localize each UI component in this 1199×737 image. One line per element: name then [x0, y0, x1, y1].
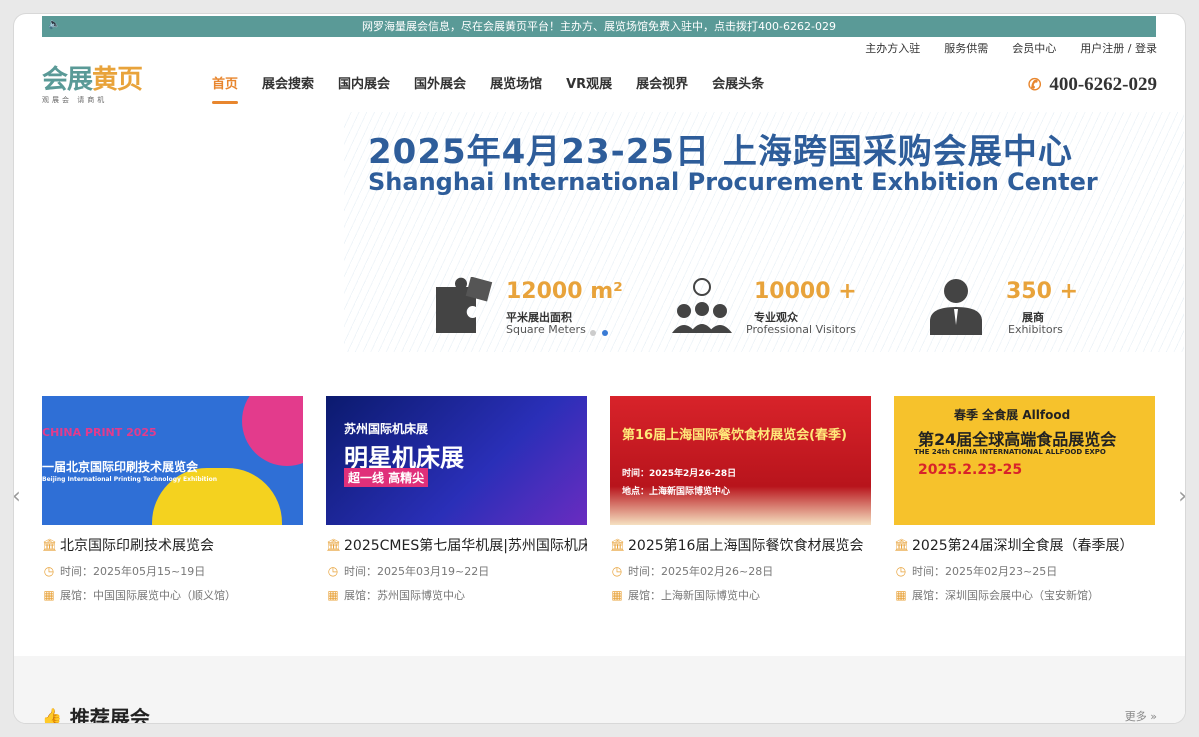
- nav-overseas[interactable]: 国外展会: [402, 77, 478, 107]
- thumb-label: 地点：上海新国际博览中心: [622, 487, 731, 497]
- clock-icon: ◷: [895, 564, 907, 578]
- thumb-subheading: THE 24th CHINA INTERNATIONAL ALLFOOD EXP…: [914, 448, 1106, 456]
- expo-title[interactable]: 2025CMES第七届华机展|苏州国际机床展: [344, 535, 587, 555]
- featured-expos: CHINA PRINT 2025 一届北京国际印刷技术展览会 Beijing I…: [42, 396, 1156, 616]
- expo-card[interactable]: 苏州国际机床展 明星机床展 超一线 高精尖 🏛 2025CMES第七届华机展|苏州…: [326, 396, 587, 603]
- stat-exhibitors-en: Exhibitors: [1008, 323, 1063, 336]
- nav-search[interactable]: 展会搜索: [250, 77, 326, 107]
- carousel-dot-1[interactable]: [590, 330, 596, 336]
- building-icon: 🏛: [42, 538, 58, 552]
- thumb-heading: 第16届上海国际餐饮食材展览会(春季): [622, 428, 847, 443]
- thumb-label: 苏州国际机床展: [344, 422, 429, 436]
- hotline-number: 400-6262-029: [1049, 74, 1157, 95]
- nav-home[interactable]: 首页: [200, 77, 250, 107]
- puzzle-icon: [434, 276, 496, 335]
- calendar-icon: ▦: [43, 588, 55, 602]
- clock-icon: ◷: [611, 564, 623, 578]
- browser-window: 🔈 网罗海量展会信息，尽在会展黄页平台！主办方、展览场馆免费入驻中，点击拨打40…: [14, 14, 1185, 723]
- expo-title[interactable]: 2025第24届深圳全食展（春季展）: [912, 535, 1133, 555]
- nav-venues[interactable]: 展览场馆: [478, 77, 554, 107]
- carousel-next-icon[interactable]: ›: [1178, 484, 1185, 509]
- building-icon: 🏛: [326, 538, 342, 552]
- link-services[interactable]: 服务供需: [944, 40, 988, 56]
- thumb-heading: 一届北京国际印刷技术展览会: [42, 460, 199, 474]
- thumb-subheading: 时间：2025年2月26-28日: [622, 469, 737, 479]
- expo-time: 时间：2025年02月23~25日: [912, 565, 1058, 578]
- more-link[interactable]: 更多 »: [1125, 708, 1157, 723]
- section-title: 推荐展会: [69, 706, 150, 723]
- nav-vr[interactable]: VR观展: [554, 77, 624, 107]
- speaker-icon: 🔈: [48, 19, 61, 30]
- clock-icon: ◷: [43, 564, 55, 578]
- hotline[interactable]: ✆ 400-6262-029: [1028, 74, 1157, 96]
- site-logo[interactable]: 会展黄页 观展会 请商机: [42, 66, 152, 106]
- building-icon: 🏛: [894, 538, 910, 552]
- expo-card[interactable]: 第16届上海国际餐饮食材展览会(春季) 时间：2025年2月26-28日 地点：…: [610, 396, 871, 603]
- logo-tagline: 观展会 请商机: [42, 96, 108, 104]
- logo-text-b: 黄页: [92, 65, 143, 95]
- exhibitor-icon: [928, 277, 990, 335]
- double-chevron-icon: »: [1150, 710, 1157, 723]
- expo-venue: 展馆：上海新国际博览中心: [628, 589, 760, 602]
- stat-area-en: Square Meters: [506, 323, 586, 336]
- stat-exhibitors-number: 350 +: [1006, 279, 1079, 304]
- expo-title[interactable]: 2025第16届上海国际餐饮食材展览会: [628, 535, 863, 555]
- expo-card[interactable]: CHINA PRINT 2025 一届北京国际印刷技术展览会 Beijing I…: [42, 396, 303, 603]
- expo-time: 时间：2025年03月19~22日: [344, 565, 490, 578]
- expo-time: 时间：2025年05月15~19日: [60, 565, 206, 578]
- stat-visitors-number: 10000 +: [754, 279, 857, 304]
- notice-text: 网罗海量展会信息，尽在会展黄页平台！主办方、展览场馆免费入驻中，点击拨打400-…: [362, 20, 836, 33]
- expo-title[interactable]: 北京国际印刷技术展览会: [60, 535, 214, 555]
- phone-icon: ✆: [1027, 77, 1042, 94]
- banner-subtitle: Shanghai International Procurement Exhbi…: [368, 168, 1098, 196]
- expo-thumbnail[interactable]: 苏州国际机床展 明星机床展 超一线 高精尖: [326, 396, 587, 525]
- banner-title: 2025年4月23-25日 上海跨国采购会展中心: [368, 132, 1073, 172]
- thumb-heading: 第24届全球高端食品展览会: [918, 430, 1117, 449]
- more-label: 更多: [1124, 710, 1147, 723]
- thumb-subheading: Beijing International Printing Technolog…: [42, 476, 217, 483]
- thumb-label: CHINA PRINT 2025: [42, 426, 157, 439]
- nav-vision[interactable]: 展会视界: [624, 77, 700, 107]
- link-member-center[interactable]: 会员中心: [1012, 40, 1056, 56]
- thumb-subheading: 超一线 高精尖: [344, 468, 429, 487]
- visitors-icon: [670, 277, 732, 335]
- expo-venue: 展馆：中国国际展览中心（顺义馆）: [60, 589, 236, 602]
- thumb-label: 春季 全食展 Allfood: [954, 408, 1071, 422]
- clock-icon: ◷: [327, 564, 339, 578]
- notice-bar: 🔈 网罗海量展会信息，尽在会展黄页平台！主办方、展览场馆免费入驻中，点击拨打40…: [42, 16, 1156, 37]
- expo-venue: 展馆：苏州国际博览中心: [344, 589, 465, 602]
- top-links: 主办方入驻 服务供需 会员中心 用户注册 / 登录: [865, 40, 1157, 56]
- nav-headlines[interactable]: 会展头条: [700, 77, 776, 107]
- building-icon: 🏛: [610, 538, 626, 552]
- stat-area-number: 12000 m²: [506, 279, 623, 304]
- stat-visitors-en: Professional Visitors: [746, 323, 857, 336]
- carousel-dot-2[interactable]: [602, 330, 608, 336]
- expo-card[interactable]: 春季 全食展 Allfood 第24届全球高端食品展览会 THE 24th CH…: [894, 396, 1155, 603]
- carousel-prev-icon[interactable]: ‹: [14, 484, 21, 509]
- nav-domestic[interactable]: 国内展会: [326, 77, 402, 107]
- calendar-icon: ▦: [611, 588, 623, 602]
- link-register-login[interactable]: 用户注册 / 登录: [1080, 40, 1157, 56]
- expo-venue: 展馆：深圳国际会展中心（宝安新馆）: [912, 589, 1099, 602]
- carousel-dots: [590, 330, 608, 336]
- calendar-icon: ▦: [895, 588, 907, 602]
- expo-thumbnail[interactable]: CHINA PRINT 2025 一届北京国际印刷技术展览会 Beijing I…: [42, 396, 303, 525]
- logo-text-a: 会展: [42, 65, 93, 95]
- calendar-icon: ▦: [327, 588, 339, 602]
- hero-banner[interactable]: 2025年4月23-25日 上海跨国采购会展中心 Shanghai Intern…: [14, 112, 1185, 362]
- recommended-section: 👍 推荐展会 更多 »: [14, 656, 1185, 723]
- expo-thumbnail[interactable]: 第16届上海国际餐饮食材展览会(春季) 时间：2025年2月26-28日 地点：…: [610, 396, 871, 525]
- thumb-date: 2025.2.23-25: [918, 462, 1023, 478]
- link-organizer-join[interactable]: 主办方入驻: [865, 40, 920, 56]
- expo-thumbnail[interactable]: 春季 全食展 Allfood 第24届全球高端食品展览会 THE 24th CH…: [894, 396, 1155, 525]
- expo-time: 时间：2025年02月26~28日: [628, 565, 774, 578]
- thumbs-up-icon: 👍: [42, 707, 62, 723]
- main-nav: 首页 展会搜索 国内展会 国外展会 展览场馆 VR观展 展会视界 会展头条: [200, 77, 776, 107]
